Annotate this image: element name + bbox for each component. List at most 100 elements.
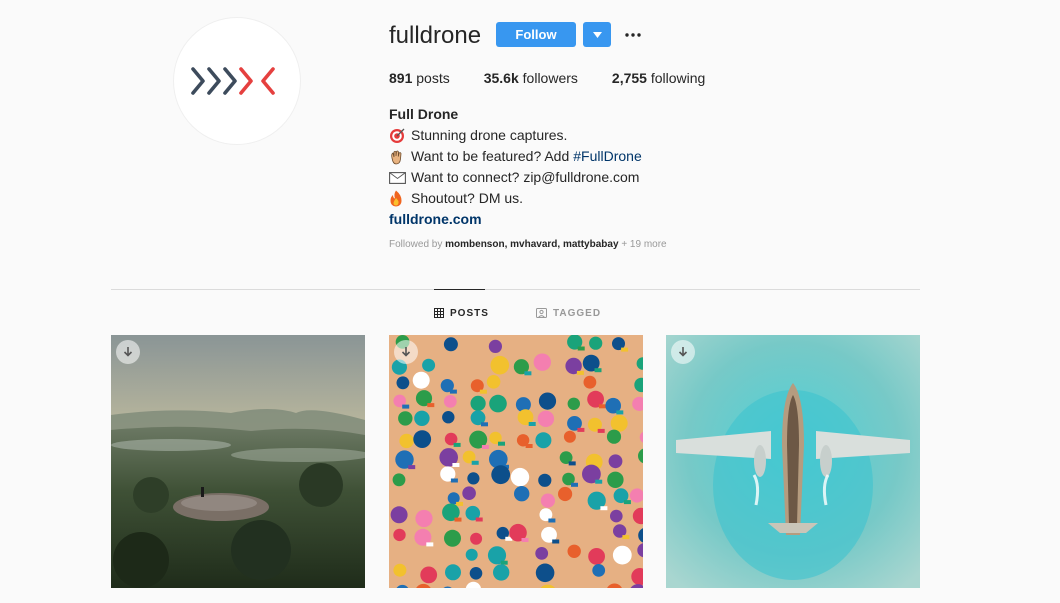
umbrella-shape xyxy=(413,430,432,448)
towel-shape xyxy=(552,539,560,544)
towel-shape xyxy=(621,347,629,352)
followers-count[interactable]: 35.6k followers xyxy=(484,69,578,87)
bio-line: Shoutout? DM us. xyxy=(389,188,642,209)
download-icon[interactable] xyxy=(116,340,140,364)
towel-shape xyxy=(453,442,461,447)
umbrella-shape xyxy=(535,547,549,560)
tab-posts[interactable]: POSTS xyxy=(434,306,489,320)
towel-shape xyxy=(600,506,608,511)
umbrella-shape xyxy=(567,397,580,410)
fulldrone-logo-icon xyxy=(191,67,275,95)
envelope-emoji-icon xyxy=(389,171,407,184)
towel-shape xyxy=(408,465,416,470)
towel-shape xyxy=(498,441,505,446)
download-icon[interactable] xyxy=(394,340,418,364)
umbrella-shape xyxy=(465,548,478,561)
followed-by-users: mombenson, mvhavard, mattybabay xyxy=(445,239,619,250)
umbrella-shape xyxy=(442,411,455,424)
posts-count-label: posts xyxy=(416,70,450,86)
towel-shape xyxy=(500,560,508,565)
umbrella-shape xyxy=(588,548,605,565)
following-count[interactable]: 2,755 following xyxy=(612,69,705,87)
towel-shape xyxy=(571,482,578,487)
followers-count-value: 35.6k xyxy=(483,70,519,86)
towel-shape xyxy=(548,518,556,523)
profile-username: fulldrone xyxy=(389,22,482,49)
umbrella-shape xyxy=(491,465,511,485)
tab-tagged[interactable]: TAGGED xyxy=(536,306,601,320)
post-thumbnail-beach[interactable] xyxy=(389,335,643,588)
umbrella-shape xyxy=(535,563,555,583)
umbrella-shape xyxy=(393,528,406,542)
bio-text-2: Want to be featured? Add xyxy=(411,148,570,164)
towel-shape xyxy=(521,538,529,542)
umbrella-shape xyxy=(533,353,551,371)
umbrella-shape xyxy=(412,371,430,389)
raised-hand-emoji-icon xyxy=(389,149,407,165)
bio-text-1: Stunning drone captures. xyxy=(411,127,568,143)
umbrella-shape xyxy=(567,544,581,558)
follow-button[interactable]: Follow xyxy=(496,22,576,47)
umbrella-shape xyxy=(443,395,457,408)
profile-avatar[interactable] xyxy=(173,17,301,145)
website-link[interactable]: fulldrone.com xyxy=(389,209,642,230)
towel-shape xyxy=(481,445,489,449)
umbrella-shape xyxy=(488,339,502,353)
umbrella-shape xyxy=(420,566,438,584)
umbrella-shape xyxy=(538,473,552,487)
bio-line: Stunning drone captures. xyxy=(389,125,642,146)
post-thumbnail-plane-wreck[interactable] xyxy=(666,335,920,588)
fire-emoji-icon xyxy=(389,190,407,207)
towel-shape xyxy=(479,389,487,394)
umbrella-shape xyxy=(398,411,413,426)
tabs-divider xyxy=(111,289,920,290)
umbrella-shape xyxy=(415,509,433,528)
umbrella-shape xyxy=(607,471,624,488)
towel-shape xyxy=(568,461,576,466)
tagged-icon xyxy=(536,308,547,318)
umbrella-shape xyxy=(470,532,483,545)
umbrella-shape xyxy=(592,564,606,577)
umbrella-shape xyxy=(469,567,483,580)
download-icon[interactable] xyxy=(671,340,695,364)
towel-shape xyxy=(598,404,606,409)
umbrella-shape xyxy=(514,486,530,502)
caret-down-icon xyxy=(592,31,602,38)
umbrella-shape xyxy=(540,493,555,508)
umbrella-shape xyxy=(489,394,507,413)
umbrella-shape xyxy=(608,454,623,469)
umbrella-shape xyxy=(606,429,622,444)
profile-stats: 891 posts 35.6k followers 2,755 followin… xyxy=(389,69,739,87)
post-thumbnail-forest[interactable] xyxy=(111,335,365,588)
umbrella-shape xyxy=(393,563,407,577)
grid-icon xyxy=(434,308,444,318)
umbrella-shape xyxy=(390,506,408,524)
umbrella-shape xyxy=(493,564,510,581)
umbrella-shape xyxy=(444,529,461,547)
posts-count-value: 891 xyxy=(389,70,413,86)
hashtag-link[interactable]: #FullDrone xyxy=(573,146,641,167)
umbrella-shape xyxy=(510,467,530,487)
umbrella-shape xyxy=(470,395,486,411)
towel-shape xyxy=(475,517,483,522)
bio-text-3: Want to connect? zip@fulldrone.com xyxy=(411,169,640,185)
towel-shape xyxy=(528,422,536,426)
umbrella-shape xyxy=(589,336,603,350)
profile-full-name: Full Drone xyxy=(389,106,459,122)
bio-line: Want to be featured? Add #FullDrone xyxy=(389,146,642,167)
umbrella-shape xyxy=(445,564,461,581)
umbrella-shape xyxy=(612,545,632,565)
umbrella-shape xyxy=(537,410,555,427)
tab-tagged-label: TAGGED xyxy=(553,307,602,319)
towel-shape xyxy=(594,368,602,373)
more-options-button[interactable] xyxy=(622,22,644,47)
suggestions-dropdown-button[interactable] xyxy=(583,22,611,47)
umbrella-shape xyxy=(583,375,597,389)
towel-shape xyxy=(576,370,584,375)
towel-shape xyxy=(616,410,624,415)
followed-by-more: + 19 more xyxy=(621,239,667,250)
towel-shape xyxy=(623,500,631,505)
towel-shape xyxy=(450,478,458,483)
followed-by[interactable]: Followed by mombenson, mvhavard, mattyba… xyxy=(389,239,667,251)
towel-shape xyxy=(402,404,410,409)
